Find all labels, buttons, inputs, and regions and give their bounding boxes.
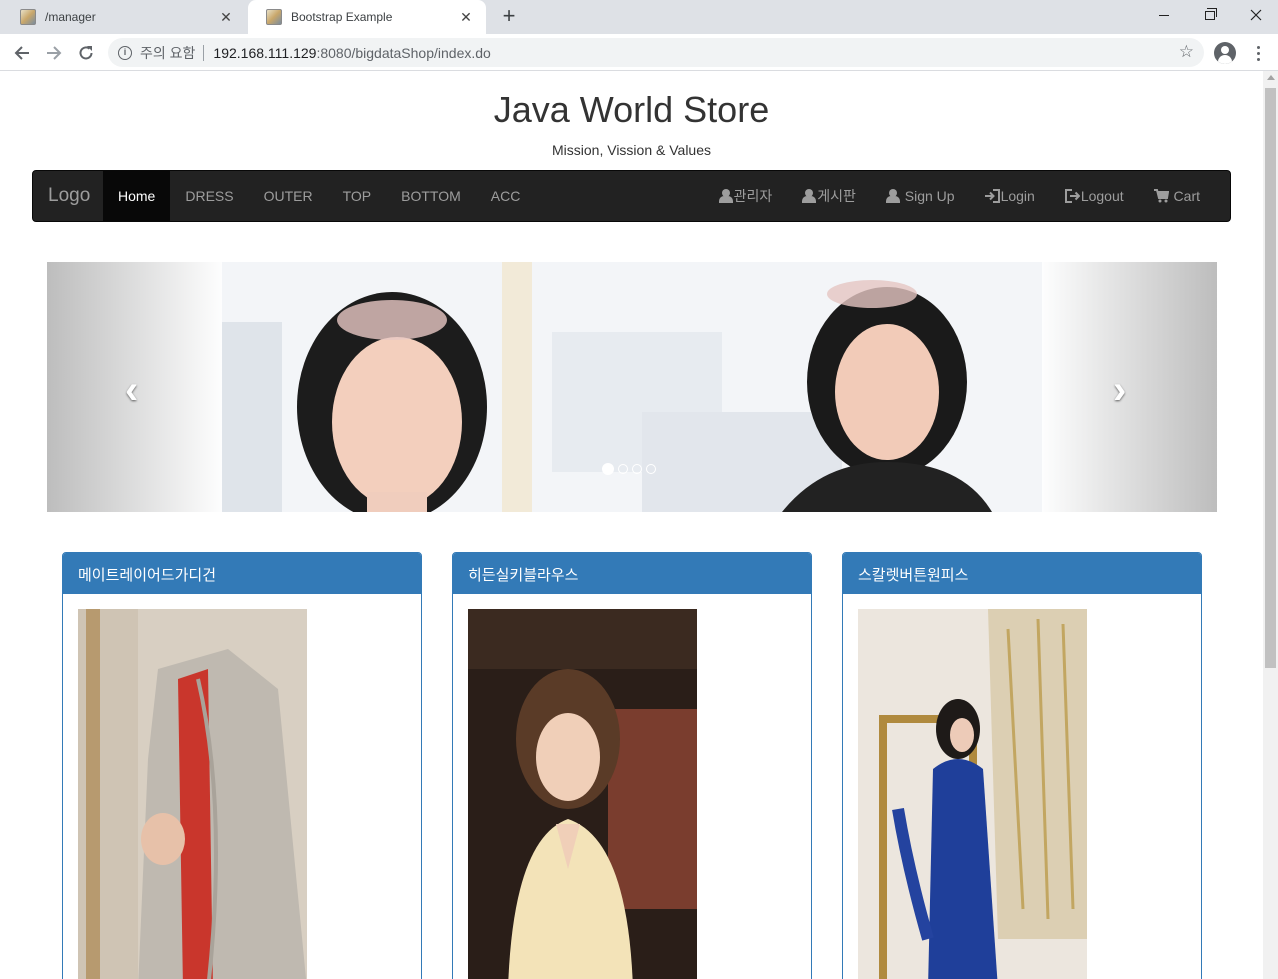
carousel-right-shade — [1042, 262, 1217, 512]
nav-item-signup[interactable]: Sign Up — [871, 171, 970, 221]
security-warning: 주의 요함 — [140, 44, 196, 61]
carousel-indicator[interactable] — [646, 464, 656, 474]
nav-left-menu: Home DRESS OUTER TOP BOTTOM ACC — [103, 171, 535, 221]
product-name[interactable]: 히든실키블라우스 — [453, 553, 811, 594]
arrow-right-icon — [47, 46, 62, 60]
close-tab-icon[interactable]: ✕ — [458, 9, 474, 26]
nav-item-board[interactable]: 게시판 — [787, 171, 871, 221]
navbar-brand-logo[interactable]: Logo — [48, 185, 90, 207]
page-subtitle: Mission, Vission & Values — [552, 142, 711, 158]
nav-item-login[interactable]: Login — [970, 171, 1050, 221]
browser-tab-bootstrap-example[interactable]: Bootstrap Example ✕ — [248, 0, 486, 34]
browser-tab-manager[interactable]: /manager ✕ — [2, 0, 246, 34]
scrollbar-thumb[interactable] — [1265, 88, 1276, 668]
carousel-indicator[interactable] — [632, 464, 642, 474]
nav-item-logout[interactable]: Logout — [1050, 171, 1139, 221]
back-button[interactable] — [9, 40, 35, 66]
bookmark-star-icon[interactable]: ☆ — [1179, 42, 1194, 62]
tab-title: Bootstrap Example — [291, 10, 393, 24]
close-icon — [1250, 9, 1262, 21]
nav-label: 관리자 — [733, 188, 773, 204]
restore-icon — [1205, 7, 1217, 20]
product-card: 히든실키블라우스 — [452, 552, 812, 979]
reload-button[interactable] — [73, 40, 99, 66]
tab-title: /manager — [45, 10, 96, 24]
web-page: Java World Store Mission, Vission & Valu… — [0, 71, 1263, 979]
nav-item-acc[interactable]: ACC — [476, 171, 536, 221]
nav-item-bottom[interactable]: BOTTOM — [386, 171, 476, 221]
page-favicon-icon — [20, 9, 36, 25]
logout-icon — [1064, 189, 1080, 203]
account-icon[interactable] — [1214, 42, 1236, 64]
carousel-indicators — [602, 463, 656, 475]
minimize-icon — [1159, 14, 1169, 16]
nav-label: Cart — [1173, 188, 1200, 204]
info-icon[interactable]: i — [118, 45, 132, 60]
product-image[interactable] — [78, 609, 307, 979]
carousel-prev-chevron-icon[interactable]: ‹ — [125, 370, 138, 410]
carousel-indicator[interactable] — [602, 463, 614, 475]
image-carousel: ‹ › — [47, 262, 1217, 512]
nav-label: Logout — [1080, 188, 1124, 204]
carousel-indicator[interactable] — [618, 464, 628, 474]
new-tab-button[interactable]: + — [497, 5, 521, 29]
url-host: 192.168.111.129 — [213, 44, 317, 61]
address-bar[interactable]: i 주의 요함 192.168.111.129 :8080/bigdataSho… — [108, 38, 1204, 67]
nav-label: Sign Up — [904, 188, 955, 204]
main-navbar: Logo Home DRESS OUTER TOP BOTTOM ACC 관리자… — [32, 170, 1231, 222]
nav-label: Login — [1000, 188, 1035, 204]
nav-item-dress[interactable]: DRESS — [170, 171, 248, 221]
product-image[interactable] — [858, 609, 1087, 979]
page-favicon-icon — [266, 9, 282, 25]
nav-item-admin[interactable]: 관리자 — [704, 171, 788, 221]
nav-item-top[interactable]: TOP — [328, 171, 387, 221]
page-title: Java World Store — [493, 89, 770, 130]
url-path: :8080/bigdataShop/index.do — [316, 44, 491, 61]
nav-item-home[interactable]: Home — [103, 171, 171, 221]
browser-menu-icon[interactable] — [1250, 42, 1266, 64]
product-image[interactable] — [468, 609, 697, 979]
nav-item-cart[interactable]: Cart — [1139, 171, 1215, 221]
restore-window-button[interactable] — [1187, 0, 1233, 30]
login-icon — [984, 189, 1000, 203]
product-card: 메이트레이어드가디건 — [62, 552, 422, 979]
scroll-up-icon[interactable] — [1267, 75, 1275, 80]
nav-right-menu: 관리자 게시판 Sign Up Login Logout Cart — [704, 171, 1215, 221]
forward-button[interactable] — [41, 40, 67, 66]
page-scrollbar[interactable] — [1263, 71, 1278, 979]
nav-label: 게시판 — [817, 188, 856, 204]
close-window-button[interactable] — [1233, 0, 1278, 30]
user-icon — [885, 189, 900, 203]
arrow-left-icon — [14, 46, 29, 60]
minimize-window-button[interactable] — [1141, 0, 1187, 30]
product-name[interactable]: 스칼렛버튼원피스 — [843, 553, 1201, 594]
cart-icon — [1153, 189, 1169, 203]
user-icon — [718, 189, 733, 203]
close-tab-icon[interactable]: ✕ — [218, 9, 234, 26]
browser-toolbar: i 주의 요함 192.168.111.129 :8080/bigdataSho… — [0, 34, 1278, 71]
reload-icon — [79, 46, 93, 60]
browser-tabstrip: /manager ✕ Bootstrap Example ✕ + — [0, 0, 1278, 34]
carousel-next-chevron-icon[interactable]: › — [1113, 370, 1126, 410]
divider — [203, 44, 205, 61]
nav-item-outer[interactable]: OUTER — [249, 171, 328, 221]
product-card: 스칼렛버튼원피스 — [842, 552, 1202, 979]
product-name[interactable]: 메이트레이어드가디건 — [63, 553, 421, 594]
user-icon — [802, 189, 817, 203]
